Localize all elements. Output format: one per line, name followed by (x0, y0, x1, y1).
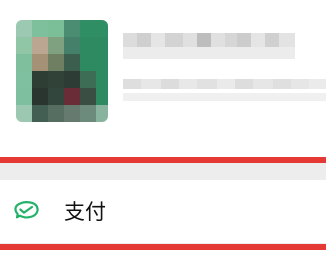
pay-label: 支付 (64, 200, 106, 224)
profile-card[interactable] (0, 0, 326, 160)
account-name-block (123, 27, 295, 71)
avatar[interactable] (16, 20, 108, 122)
screen: 支付 (0, 0, 326, 255)
highlight-border-top (0, 157, 326, 163)
pay-menu-item[interactable]: 支付 (0, 180, 326, 243)
bottom-strip (0, 250, 326, 255)
wechat-pay-icon (11, 199, 42, 223)
account-id-block (123, 75, 326, 107)
